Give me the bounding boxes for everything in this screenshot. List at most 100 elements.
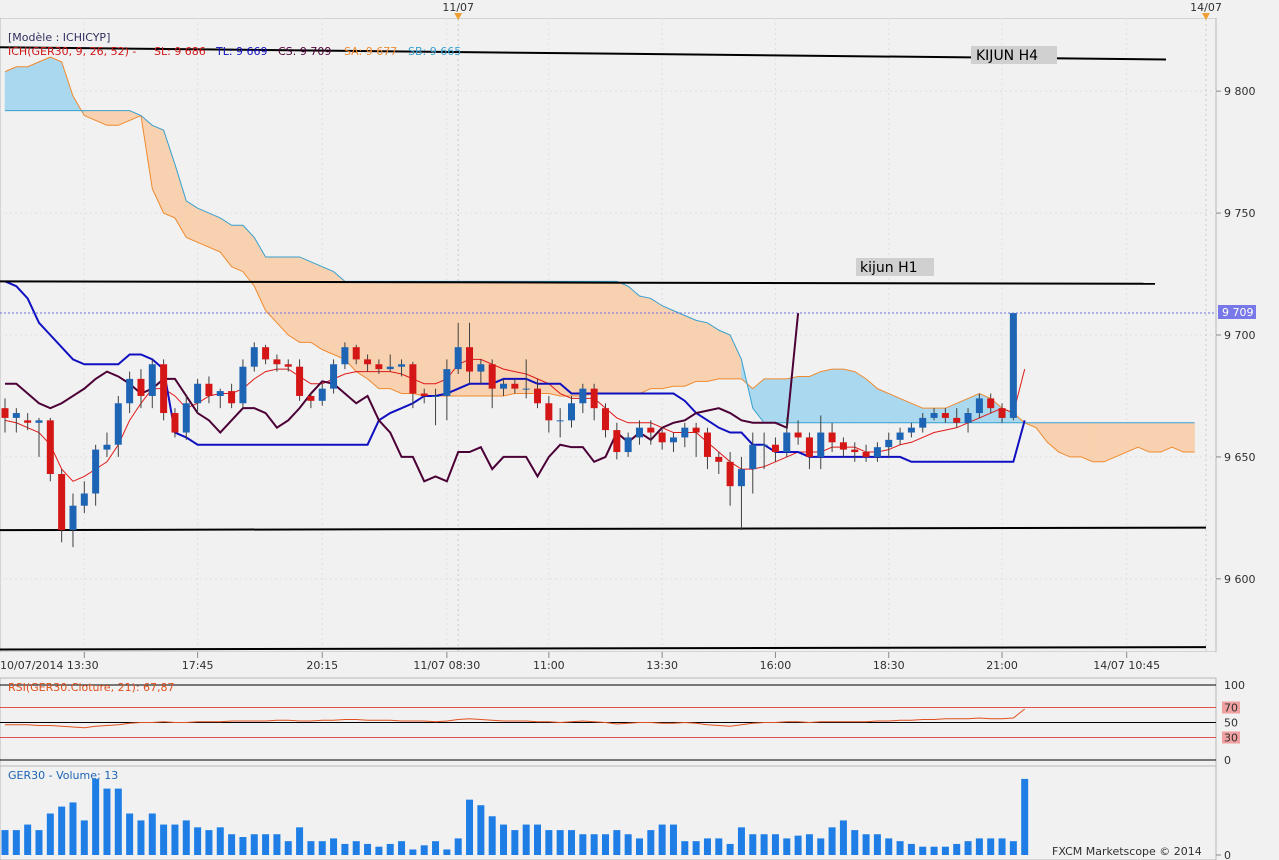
candle-body xyxy=(885,439,893,448)
volume-bar xyxy=(568,830,575,855)
rsi-level-label: 0 xyxy=(1224,754,1231,767)
top-date-label: 14/07 xyxy=(1190,1,1222,14)
volume-bar xyxy=(601,834,609,855)
rsi-level-label: 50 xyxy=(1224,717,1238,730)
current-price-label: 9 709 xyxy=(1222,306,1254,319)
cloud-segment xyxy=(457,281,470,397)
candle-body xyxy=(896,432,904,440)
candle-body xyxy=(1,408,9,418)
volume-bar xyxy=(953,843,961,855)
cloud-segment xyxy=(831,368,844,424)
cloud-segment xyxy=(537,281,550,394)
candle-body xyxy=(862,452,870,457)
candle-body xyxy=(737,469,745,487)
candle-body xyxy=(137,378,145,396)
cloud-segment xyxy=(299,256,312,343)
price-tick-label: 9 800 xyxy=(1224,85,1256,98)
rsi-level-label: 100 xyxy=(1224,679,1245,692)
candle-body xyxy=(318,388,326,401)
rsi-axis: 100 70 50 30 0 xyxy=(1222,679,1245,767)
time-tick-label: 16:00 xyxy=(760,659,792,672)
candle-body xyxy=(579,388,587,404)
cloud-segment xyxy=(1103,422,1116,463)
candle-body xyxy=(568,403,575,421)
cloud-segment xyxy=(548,281,561,397)
volume-bar xyxy=(35,830,43,855)
candle-body xyxy=(420,393,428,396)
candle-body xyxy=(205,383,213,396)
time-tick-label: 14/07 10:45 xyxy=(1093,659,1160,672)
volume-bar xyxy=(488,816,496,855)
candle-body xyxy=(69,505,77,531)
candle-body xyxy=(613,430,621,453)
volume-bar xyxy=(409,849,417,855)
volume-bar xyxy=(783,838,791,855)
volume-bar xyxy=(941,846,949,855)
candle-body xyxy=(114,403,122,445)
candle-body xyxy=(216,391,224,396)
volume-bar xyxy=(296,827,304,855)
volume-bar xyxy=(205,830,213,855)
volume-bar xyxy=(318,841,326,855)
cloud-segment xyxy=(695,320,708,382)
candle-body xyxy=(341,347,349,365)
time-tick-label: 18:30 xyxy=(873,659,905,672)
volume-bar xyxy=(307,841,315,855)
candle-body xyxy=(647,427,655,433)
volume-bar xyxy=(375,846,383,855)
candle-body xyxy=(1009,313,1017,418)
rsi-panel[interactable]: RSI(GER30.Cloture, 21): 67,87 100 70 50 30 0 xyxy=(0,677,1245,767)
volume-bar xyxy=(216,827,224,855)
candle-body xyxy=(839,442,847,450)
volume-bar xyxy=(352,841,360,855)
candle-body xyxy=(998,408,1006,418)
legend-ich-params: ICH(GER30, 9, 26, 52) - xyxy=(8,45,136,58)
volume-bar xyxy=(432,841,440,855)
cloud-segment xyxy=(559,281,572,397)
cloud-segment xyxy=(1149,422,1161,453)
candle-body xyxy=(805,437,813,457)
candle-body xyxy=(239,366,247,404)
cloud-segment xyxy=(16,66,28,111)
volume-bar xyxy=(24,824,32,855)
volume-bar xyxy=(579,834,587,855)
cloud-segment xyxy=(820,368,833,424)
cloud-segment xyxy=(389,281,402,394)
cloud-segment xyxy=(1058,422,1071,458)
cloud-segment xyxy=(197,207,210,248)
cloud-segment xyxy=(661,305,674,389)
volume-bar xyxy=(284,841,292,855)
time-tick-label: 13:30 xyxy=(646,659,678,672)
volume-bar xyxy=(703,838,711,855)
candle-body xyxy=(307,395,315,401)
candle-body xyxy=(103,444,111,450)
volume-bar xyxy=(330,838,338,855)
volume-bar xyxy=(817,838,825,855)
candle-body xyxy=(194,383,202,404)
candle-body xyxy=(296,366,304,396)
cloud-segment xyxy=(707,322,720,382)
price-panel[interactable] xyxy=(0,14,1217,653)
volume-bar xyxy=(443,849,451,855)
candle-body xyxy=(534,388,542,404)
volume-bar xyxy=(964,841,972,855)
annotation-kijun-h1[interactable]: kijun H1 xyxy=(856,258,934,276)
annotation-kijun-h4[interactable]: KIJUN H4 xyxy=(971,46,1057,64)
candle-body xyxy=(930,413,938,418)
volume-bar xyxy=(92,778,100,855)
candle-body xyxy=(681,427,689,438)
candle-body xyxy=(907,427,915,433)
cloud-segment xyxy=(616,280,629,394)
volume-bar xyxy=(658,824,666,855)
volume-bar xyxy=(420,845,428,855)
volume-bar xyxy=(669,824,677,855)
cloud-segment xyxy=(321,266,334,355)
volume-bar xyxy=(862,834,870,855)
volume-bar xyxy=(228,834,236,855)
candle-body xyxy=(794,432,802,438)
cloud-segment xyxy=(208,212,221,253)
volume-panel[interactable]: GER30 - Volume: 13 FXCM Marketscope © 20… xyxy=(0,765,1231,860)
cloud-segment xyxy=(423,281,436,397)
candle-body xyxy=(941,413,949,418)
volume-bar xyxy=(239,837,247,855)
